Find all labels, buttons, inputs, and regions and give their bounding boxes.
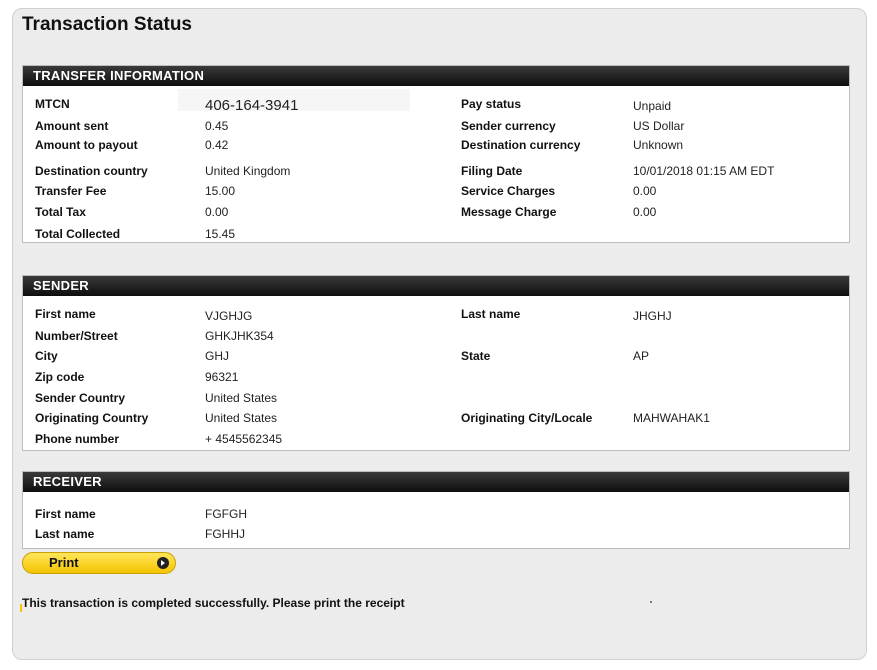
transfer-fee-label: Transfer Fee bbox=[35, 184, 107, 198]
pay-status-value: Unpaid bbox=[633, 99, 672, 113]
destination-currency-label: Destination currency bbox=[461, 138, 581, 152]
status-message: This transaction is completed successful… bbox=[22, 596, 405, 610]
receiver-section: RECEIVER First name FGFGH Last name FGHH… bbox=[22, 471, 850, 549]
message-charge-label: Message Charge bbox=[461, 205, 557, 219]
receiver-last-name-label: Last name bbox=[35, 527, 95, 541]
originating-country-label: Originating Country bbox=[35, 411, 149, 425]
section-header: RECEIVER bbox=[23, 472, 849, 492]
receiver-last-name-value: FGHHJ bbox=[205, 527, 245, 541]
transfer-fee-value: 15.00 bbox=[205, 184, 236, 198]
destination-currency-value: Unknown bbox=[633, 138, 684, 152]
number-street-label: Number/Street bbox=[35, 329, 118, 343]
destination-country-value: United Kingdom bbox=[205, 164, 291, 178]
zip-code-value: 96321 bbox=[205, 370, 239, 384]
transfer-information-section: TRANSFER INFORMATION MTCN 406-164-3941 A… bbox=[22, 65, 850, 243]
city-label: City bbox=[35, 349, 58, 363]
originating-city-value: MAHWAHAK1 bbox=[633, 411, 710, 425]
state-value: AP bbox=[633, 349, 650, 363]
filing-date-label: Filing Date bbox=[461, 164, 523, 178]
mtcn-label: MTCN bbox=[35, 97, 70, 111]
pay-status-label: Pay status bbox=[461, 97, 522, 111]
total-collected-label: Total Collected bbox=[35, 227, 121, 241]
sender-country-value: United States bbox=[205, 391, 278, 405]
state-label: State bbox=[461, 349, 491, 363]
originating-city-label: Originating City/Locale bbox=[461, 411, 593, 425]
total-tax-value: 0.00 bbox=[205, 205, 229, 219]
message-charge-value: 0.00 bbox=[633, 205, 657, 219]
print-button-label: Print bbox=[49, 555, 79, 570]
phone-number-value: + 4545562345 bbox=[205, 432, 283, 446]
print-button[interactable]: Print bbox=[22, 552, 176, 574]
sender-first-name-value: VJGHJG bbox=[205, 309, 253, 323]
sender-first-name-label: First name bbox=[35, 307, 96, 321]
sender-last-name-value: JHGHJ bbox=[633, 309, 672, 323]
arrow-right-icon bbox=[157, 557, 169, 569]
sender-country-label: Sender Country bbox=[35, 391, 126, 405]
phone-number-label: Phone number bbox=[35, 432, 120, 446]
amount-sent-label: Amount sent bbox=[35, 119, 109, 133]
amount-sent-value: 0.45 bbox=[205, 119, 229, 133]
amount-to-payout-label: Amount to payout bbox=[35, 138, 138, 152]
section-header: TRANSFER INFORMATION bbox=[23, 66, 849, 86]
number-street-value: GHKJHK354 bbox=[205, 329, 274, 343]
receiver-first-name-value: FGFGH bbox=[205, 507, 247, 521]
section-header: SENDER bbox=[23, 276, 849, 296]
service-charges-value: 0.00 bbox=[633, 184, 657, 198]
receiver-first-name-label: First name bbox=[35, 507, 96, 521]
page-title: Transaction Status bbox=[22, 14, 192, 35]
filing-date-value: 10/01/2018 01:15 AM EDT bbox=[633, 164, 775, 178]
sender-last-name-label: Last name bbox=[461, 307, 521, 321]
destination-country-label: Destination country bbox=[35, 164, 148, 178]
mtcn-value: 406-164-3941 bbox=[205, 97, 299, 114]
total-collected-value: 15.45 bbox=[205, 227, 236, 241]
dot-mark bbox=[650, 601, 652, 603]
sender-currency-value: US Dollar bbox=[633, 119, 685, 133]
zip-code-label: Zip code bbox=[35, 370, 85, 384]
sender-section: SENDER First name VJGHJG Number/Street G… bbox=[22, 275, 850, 451]
city-value: GHJ bbox=[205, 349, 229, 363]
service-charges-label: Service Charges bbox=[461, 184, 556, 198]
amount-to-payout-value: 0.42 bbox=[205, 138, 229, 152]
sender-currency-label: Sender currency bbox=[461, 119, 556, 133]
total-tax-label: Total Tax bbox=[35, 205, 86, 219]
originating-country-value: United States bbox=[205, 411, 278, 425]
